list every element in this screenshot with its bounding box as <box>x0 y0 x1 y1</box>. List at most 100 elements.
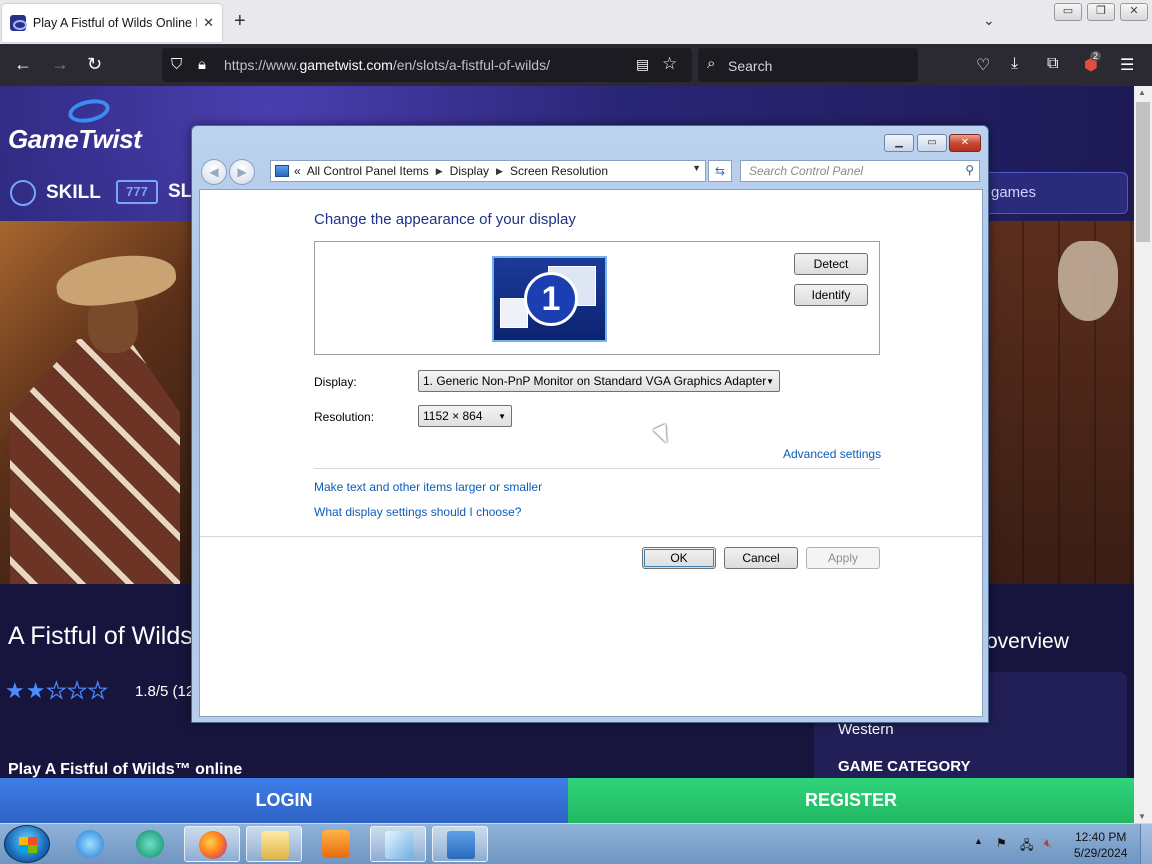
nav-category-skill[interactable]: SKILL <box>10 180 101 206</box>
chess-knight-icon <box>10 180 36 206</box>
gametwist-logo[interactable]: GameTwist <box>8 124 142 155</box>
divider <box>200 536 982 537</box>
dialog-content: Change the appearance of your display 1 … <box>199 189 983 717</box>
clock-time: 12:40 PM <box>1075 830 1127 844</box>
text-size-link[interactable]: Make text and other items larger or smal… <box>314 480 542 494</box>
western-background-image <box>988 221 1134 584</box>
web-search-bar[interactable]: ⌕ Search <box>698 48 918 82</box>
page-title: Change the appearance of your display <box>314 211 576 228</box>
search-games-input[interactable]: games <box>980 172 1128 214</box>
lock-icon[interactable]: 🔒︎ <box>198 56 206 73</box>
taskbar-windows-media-player[interactable] <box>308 826 364 862</box>
monitor-arrangement-area: 1 Detect Identify <box>314 241 880 355</box>
taskbar-media-app[interactable] <box>122 826 178 862</box>
system-clock[interactable]: 12:40 PM 5/29/2024 <box>1074 829 1127 861</box>
display-help-link[interactable]: What display settings should I choose? <box>314 505 521 519</box>
search-icon[interactable]: ⚲ <box>965 163 974 177</box>
address-dropdown-icon[interactable]: ▼ <box>692 163 701 173</box>
dialog-maximize-button[interactable]: ▭ <box>917 134 947 152</box>
tab-title: Play A Fistful of Wilds Online F <box>32 16 198 30</box>
taskbar: ▲ ⚑ 🖧︎ 🔇︎ 12:40 PM 5/29/2024 <box>0 823 1152 864</box>
dialog-minimize-button[interactable]: ▁ <box>884 134 914 152</box>
taskbar-file-explorer[interactable] <box>246 826 302 862</box>
control-panel-search-input[interactable]: Search Control Panel ⚲ <box>740 160 980 182</box>
show-desktop-button[interactable] <box>1140 824 1152 864</box>
browser-tab[interactable]: Play A Fistful of Wilds Online F ✕ <box>2 4 222 42</box>
breadcrumb-arrow-icon[interactable]: ▶ <box>436 166 443 177</box>
advanced-settings-link[interactable]: Advanced settings <box>783 447 881 461</box>
scroll-up-icon[interactable]: ▲ <box>1138 88 1146 97</box>
close-window-button[interactable]: ✕ <box>1120 3 1148 21</box>
extensions-icon[interactable]: ⧉ <box>1047 55 1058 73</box>
back-arrow-icon[interactable]: ◀ <box>201 159 227 185</box>
address-bar[interactable]: « All Control Panel Items ▶ Display ▶ Sc… <box>270 160 706 182</box>
login-button[interactable]: LOGIN <box>0 778 568 823</box>
forward-arrow-icon[interactable]: ▶ <box>229 159 255 185</box>
identify-button[interactable]: Identify <box>794 284 868 306</box>
restore-window-button[interactable]: ❐ <box>1087 3 1115 21</box>
close-tab-icon[interactable]: ✕ <box>203 15 214 31</box>
extension-badge: 2 <box>1090 51 1102 61</box>
chevron-down-icon: ▼ <box>498 412 506 421</box>
breadcrumb-screen-resolution[interactable]: Screen Resolution <box>510 164 608 178</box>
url-text[interactable]: https://www.gametwist.com/en/slots/a-fis… <box>224 57 550 73</box>
star-empty-icon: ★★★ <box>46 677 109 703</box>
nav-category-slots[interactable]: 777 SL <box>116 180 192 204</box>
apply-button[interactable]: Apply <box>806 547 880 569</box>
breadcrumb-arrow-icon[interactable]: ▶ <box>496 166 503 177</box>
resolution-select-value: 1152 × 864 <box>423 409 483 423</box>
register-button[interactable]: REGISTER <box>568 778 1134 823</box>
breadcrumb-display[interactable]: Display <box>450 164 489 178</box>
forward-icon[interactable]: → <box>51 54 69 74</box>
show-hidden-icons-icon[interactable]: ▲ <box>974 836 983 846</box>
menu-icon[interactable]: ☰ <box>1120 55 1134 75</box>
downloads-icon[interactable]: ⤓ <box>1011 55 1018 73</box>
folder-icon <box>261 831 289 859</box>
volume-muted-icon[interactable]: 🔇︎ <box>1044 836 1052 851</box>
clock-date: 5/29/2024 <box>1074 846 1128 860</box>
play-icon <box>322 830 350 858</box>
reload-icon[interactable]: ↻ <box>87 54 102 74</box>
start-button[interactable] <box>4 825 50 863</box>
pocket-icon[interactable]: ♡ <box>976 55 990 75</box>
monitor-icon[interactable]: 1 <box>492 256 607 342</box>
new-tab-icon[interactable]: + <box>234 10 246 33</box>
resolution-select[interactable]: 1152 × 864 ▼ <box>418 405 512 427</box>
tracking-protection-shield-icon[interactable]: ⛉ <box>171 56 182 73</box>
url-bar[interactable]: ⛉ 🔒︎ https://www.gametwist.com/en/slots/… <box>162 48 692 82</box>
tab-bar: Play A Fistful of Wilds Online F ✕ + ⌄ ▭… <box>0 0 1152 44</box>
scroll-down-icon[interactable]: ▼ <box>1138 812 1146 821</box>
minimize-window-button[interactable]: ▭ <box>1054 3 1082 21</box>
reader-view-icon[interactable]: ▤ <box>636 56 649 73</box>
bookmark-star-icon[interactable]: ☆ <box>662 54 677 74</box>
chevron-down-icon: ▼ <box>766 377 774 386</box>
refresh-icon[interactable]: ⇆ <box>708 160 732 182</box>
cancel-button[interactable]: Cancel <box>724 547 798 569</box>
breadcrumb-all-items[interactable]: All Control Panel Items <box>307 164 429 178</box>
nav-category-skill-label: SKILL <box>46 182 101 203</box>
taskbar-control-panel[interactable] <box>432 826 488 862</box>
detect-button[interactable]: Detect <box>794 253 868 275</box>
taskbar-internet-explorer[interactable] <box>62 826 118 862</box>
taskbar-notepad[interactable] <box>370 826 426 862</box>
game-title: A Fistful of Wilds <box>8 622 193 650</box>
game-category-label: GAME CATEGORY <box>838 758 971 775</box>
back-icon[interactable]: ← <box>14 54 32 74</box>
network-icon[interactable]: 🖧︎ <box>1020 836 1033 857</box>
dialog-close-button[interactable]: ✕ <box>949 134 981 152</box>
list-all-tabs-icon[interactable]: ⌄ <box>983 12 995 29</box>
display-select[interactable]: 1. Generic Non-PnP Monitor on Standard V… <box>418 370 780 392</box>
taskbar-firefox[interactable] <box>184 826 240 862</box>
page-scrollbar[interactable]: ▲ ▼ <box>1134 86 1152 823</box>
scrollbar-thumb[interactable] <box>1136 102 1150 242</box>
gametwist-favicon-icon <box>10 15 27 31</box>
firefox-icon <box>199 831 227 859</box>
ok-button[interactable]: OK <box>642 547 716 569</box>
breadcrumb-overflow[interactable]: « <box>294 164 301 178</box>
cowboy-character-image <box>0 221 192 584</box>
action-center-flag-icon[interactable]: ⚑ <box>996 836 1007 850</box>
monitor-number: 1 <box>524 272 578 326</box>
divider <box>314 468 880 469</box>
rating-stars[interactable]: ★★★★★ <box>5 677 109 704</box>
theme-value: Western <box>838 721 894 738</box>
